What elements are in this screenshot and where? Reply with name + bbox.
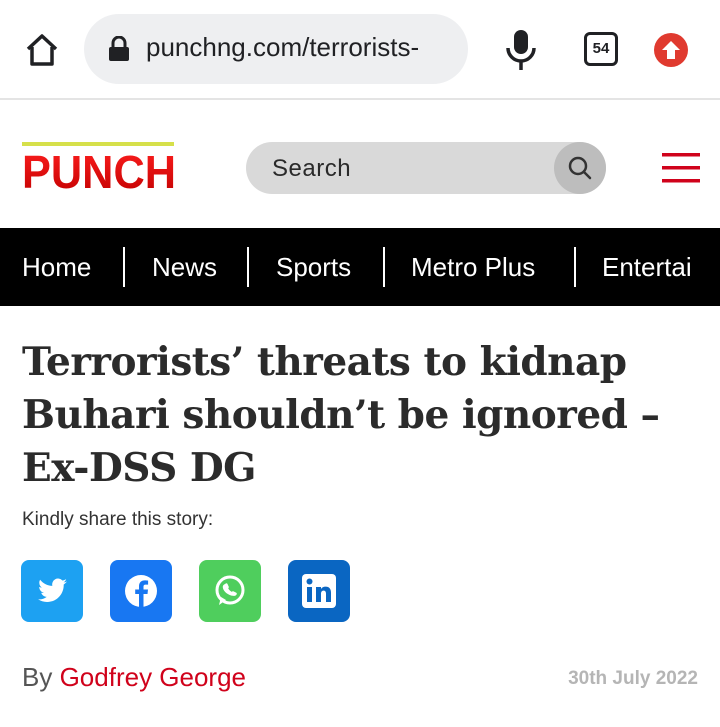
publish-date: 30th July 2022 [568, 668, 698, 689]
headline-line: Terrorists’ threats to kidnap [22, 339, 627, 385]
punch-logo[interactable]: PUNCH [22, 142, 178, 198]
nav-divider [123, 247, 125, 287]
article-headline: Terrorists’ threats to kidnap Buhari sho… [22, 336, 702, 495]
logo-text: PUNCH [22, 146, 176, 192]
hamburger-menu-icon[interactable] [662, 152, 700, 184]
nav-divider [574, 247, 576, 287]
byline: By Godfrey George [22, 662, 246, 693]
mic-icon[interactable] [504, 28, 538, 72]
nav-item-metro-plus[interactable]: Metro Plus [411, 228, 535, 306]
facebook-share-button[interactable] [110, 560, 172, 622]
browser-toolbar: punchng.com/terrorists- 54 [0, 0, 720, 100]
nav-item-news[interactable]: News [152, 228, 217, 306]
nav-divider [383, 247, 385, 287]
author-link[interactable]: Godfrey George [60, 662, 246, 692]
whatsapp-icon [215, 575, 245, 605]
search-input[interactable]: Search [272, 155, 351, 183]
share-label: Kindly share this story: [22, 509, 214, 530]
nav-item-sports[interactable]: Sports [276, 228, 351, 306]
headline-line: Ex-DSS DG [22, 445, 256, 491]
headline-line: Buhari shouldn’t be ignored – [22, 392, 660, 438]
lock-icon [108, 35, 130, 62]
address-bar[interactable]: punchng.com/terrorists- [84, 14, 468, 84]
byline-prefix: By [22, 662, 60, 692]
site-header: PUNCH Search [0, 100, 720, 228]
linkedin-icon [302, 574, 336, 608]
twitter-share-button[interactable] [21, 560, 83, 622]
home-icon[interactable] [22, 30, 62, 70]
nav-item-home[interactable]: Home [22, 228, 91, 306]
tabs-icon[interactable]: 54 [584, 32, 618, 66]
facebook-icon [125, 575, 157, 607]
twitter-icon [37, 578, 67, 602]
nav-item-entertainment[interactable]: Entertai [602, 228, 692, 306]
search-icon [568, 156, 592, 180]
whatsapp-share-button[interactable] [199, 560, 261, 622]
update-icon[interactable] [654, 33, 688, 67]
search-box[interactable]: Search [246, 142, 606, 194]
linkedin-share-button[interactable] [288, 560, 350, 622]
search-button[interactable] [554, 142, 606, 194]
main-nav: Home News Sports Metro Plus Entertai [0, 228, 720, 306]
url-text: punchng.com/terrorists- [146, 32, 420, 62]
nav-divider [247, 247, 249, 287]
